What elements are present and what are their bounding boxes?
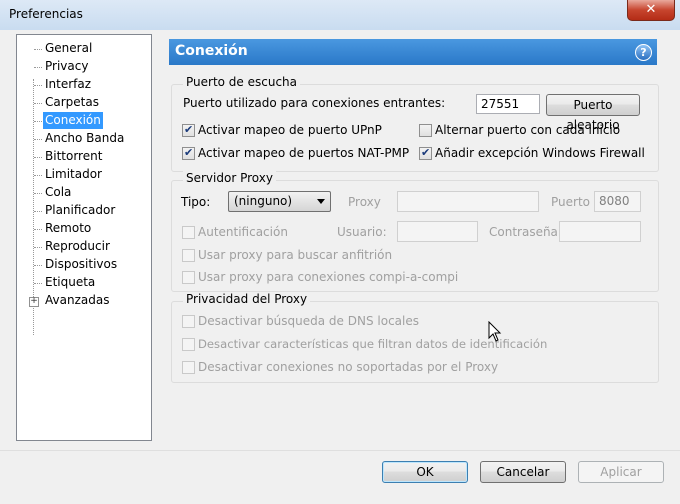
unsupported-connections-checkbox[interactable] xyxy=(182,361,195,374)
p2p-proxy-label: Usar proxy para conexiones compi-a-compi xyxy=(198,270,459,284)
section-title: Conexión xyxy=(175,43,248,59)
sidebar-item-cola[interactable]: Cola xyxy=(43,184,73,201)
port-input[interactable]: 27551 xyxy=(476,94,540,114)
proxy-type-label: Tipo: xyxy=(181,195,211,209)
sidebar-item-conexion[interactable]: Conexión xyxy=(43,112,103,129)
p2p-proxy-checkbox[interactable] xyxy=(182,271,195,284)
close-button[interactable]: ✕ xyxy=(627,0,675,21)
help-icon[interactable]: ? xyxy=(635,44,652,61)
sidebar-item-dispositivos[interactable]: Dispositivos xyxy=(43,256,119,273)
sidebar-item-reproducir[interactable]: Reproducir xyxy=(43,238,112,255)
sidebar-item-interfaz[interactable]: Interfaz xyxy=(43,76,93,93)
firewall-label: Añadir excepción Windows Firewall xyxy=(435,146,645,160)
sidebar-item-carpetas[interactable]: Carpetas xyxy=(43,94,101,111)
sidebar-item-etiqueta[interactable]: Etiqueta xyxy=(43,274,97,291)
sidebar-item-limitador[interactable]: Limitador xyxy=(43,166,104,183)
natpmp-label: Activar mapeo de puertos NAT-PMP xyxy=(198,146,410,160)
alternate-port-label: Alternar puerto con cada inicio xyxy=(435,123,621,137)
sidebar-item-general[interactable]: General xyxy=(43,40,94,57)
firewall-checkbox[interactable] xyxy=(419,146,432,160)
category-tree[interactable]: General Privacy Interfaz Carpetas Conexi… xyxy=(16,34,152,441)
tree-connector xyxy=(34,157,42,158)
auth-checkbox[interactable] xyxy=(182,226,195,239)
auth-label: Autentificación xyxy=(198,225,288,239)
tree-connector xyxy=(34,103,42,104)
window-title: Preferencias xyxy=(9,7,83,21)
tree-connector xyxy=(34,49,42,50)
dns-checkbox[interactable] xyxy=(182,315,195,328)
password-label: Contraseña xyxy=(489,225,558,239)
sidebar-item-ancho-banda[interactable]: Ancho Banda xyxy=(43,130,126,147)
identifying-features-checkbox[interactable] xyxy=(182,338,195,351)
unsupported-connections-label: Desactivar conexiones no soportadas por … xyxy=(198,360,499,374)
chevron-down-icon xyxy=(317,199,325,204)
proxy-legend: Servidor Proxy xyxy=(183,171,276,185)
tree-connector xyxy=(34,121,42,122)
dns-label: Desactivar búsqueda de DNS locales xyxy=(198,314,419,328)
apply-button[interactable]: Aplicar xyxy=(578,461,664,483)
sidebar-item-privacy[interactable]: Privacy xyxy=(43,58,90,75)
proxy-host-label: Proxy xyxy=(348,195,381,209)
proxy-port-input[interactable]: 8080 xyxy=(594,191,641,212)
title-bar[interactable]: Preferencias ✕ xyxy=(0,0,680,30)
tree-connector xyxy=(34,139,42,140)
sidebar-item-avanzadas[interactable]: Avanzadas xyxy=(43,292,111,309)
user-label: Usuario: xyxy=(337,225,387,239)
tree-connector xyxy=(34,265,42,266)
proxy-type-select[interactable]: (ninguno) xyxy=(228,191,331,212)
mouse-cursor-icon xyxy=(488,321,502,342)
tree-connector xyxy=(34,193,42,194)
upnp-checkbox[interactable] xyxy=(182,123,195,137)
hostname-lookup-checkbox[interactable] xyxy=(182,249,195,262)
cancel-button[interactable]: Cancelar xyxy=(480,461,566,483)
proxy-type-value: (ninguno) xyxy=(234,194,293,208)
section-header: Conexión ? xyxy=(169,39,657,65)
proxy-privacy-legend: Privacidad del Proxy xyxy=(183,292,311,306)
natpmp-checkbox[interactable] xyxy=(182,146,195,160)
sidebar-item-planificador[interactable]: Planificador xyxy=(43,202,117,219)
tree-connector xyxy=(34,175,42,176)
upnp-label: Activar mapeo de puerto UPnP xyxy=(198,123,382,137)
sidebar-item-remoto[interactable]: Remoto xyxy=(43,220,93,237)
tree-connector xyxy=(34,67,42,68)
password-input[interactable] xyxy=(559,221,641,242)
listen-port-legend: Puerto de escucha xyxy=(183,75,301,89)
alternate-port-checkbox[interactable] xyxy=(419,124,432,137)
tree-connector xyxy=(34,229,42,230)
random-port-button[interactable]: Puerto aleatorio xyxy=(546,94,640,132)
expand-plus-icon[interactable]: + xyxy=(29,297,39,307)
sidebar-item-bittorrent[interactable]: Bittorrent xyxy=(43,148,104,165)
proxy-host-input[interactable] xyxy=(397,191,539,212)
port-label: Puerto utilizado para conexiones entrant… xyxy=(183,96,446,110)
tree-connector xyxy=(34,283,42,284)
user-input[interactable] xyxy=(397,221,478,242)
ok-button[interactable]: OK xyxy=(382,461,468,483)
tree-connector xyxy=(34,85,42,86)
tree-connector xyxy=(34,247,42,248)
hostname-lookup-label: Usar proxy para buscar anfitrión xyxy=(198,248,393,262)
preferences-window: Preferencias ✕ General Privacy Interfaz … xyxy=(0,0,680,504)
proxy-port-label: Puerto xyxy=(551,195,590,209)
tree-connector xyxy=(34,211,42,212)
